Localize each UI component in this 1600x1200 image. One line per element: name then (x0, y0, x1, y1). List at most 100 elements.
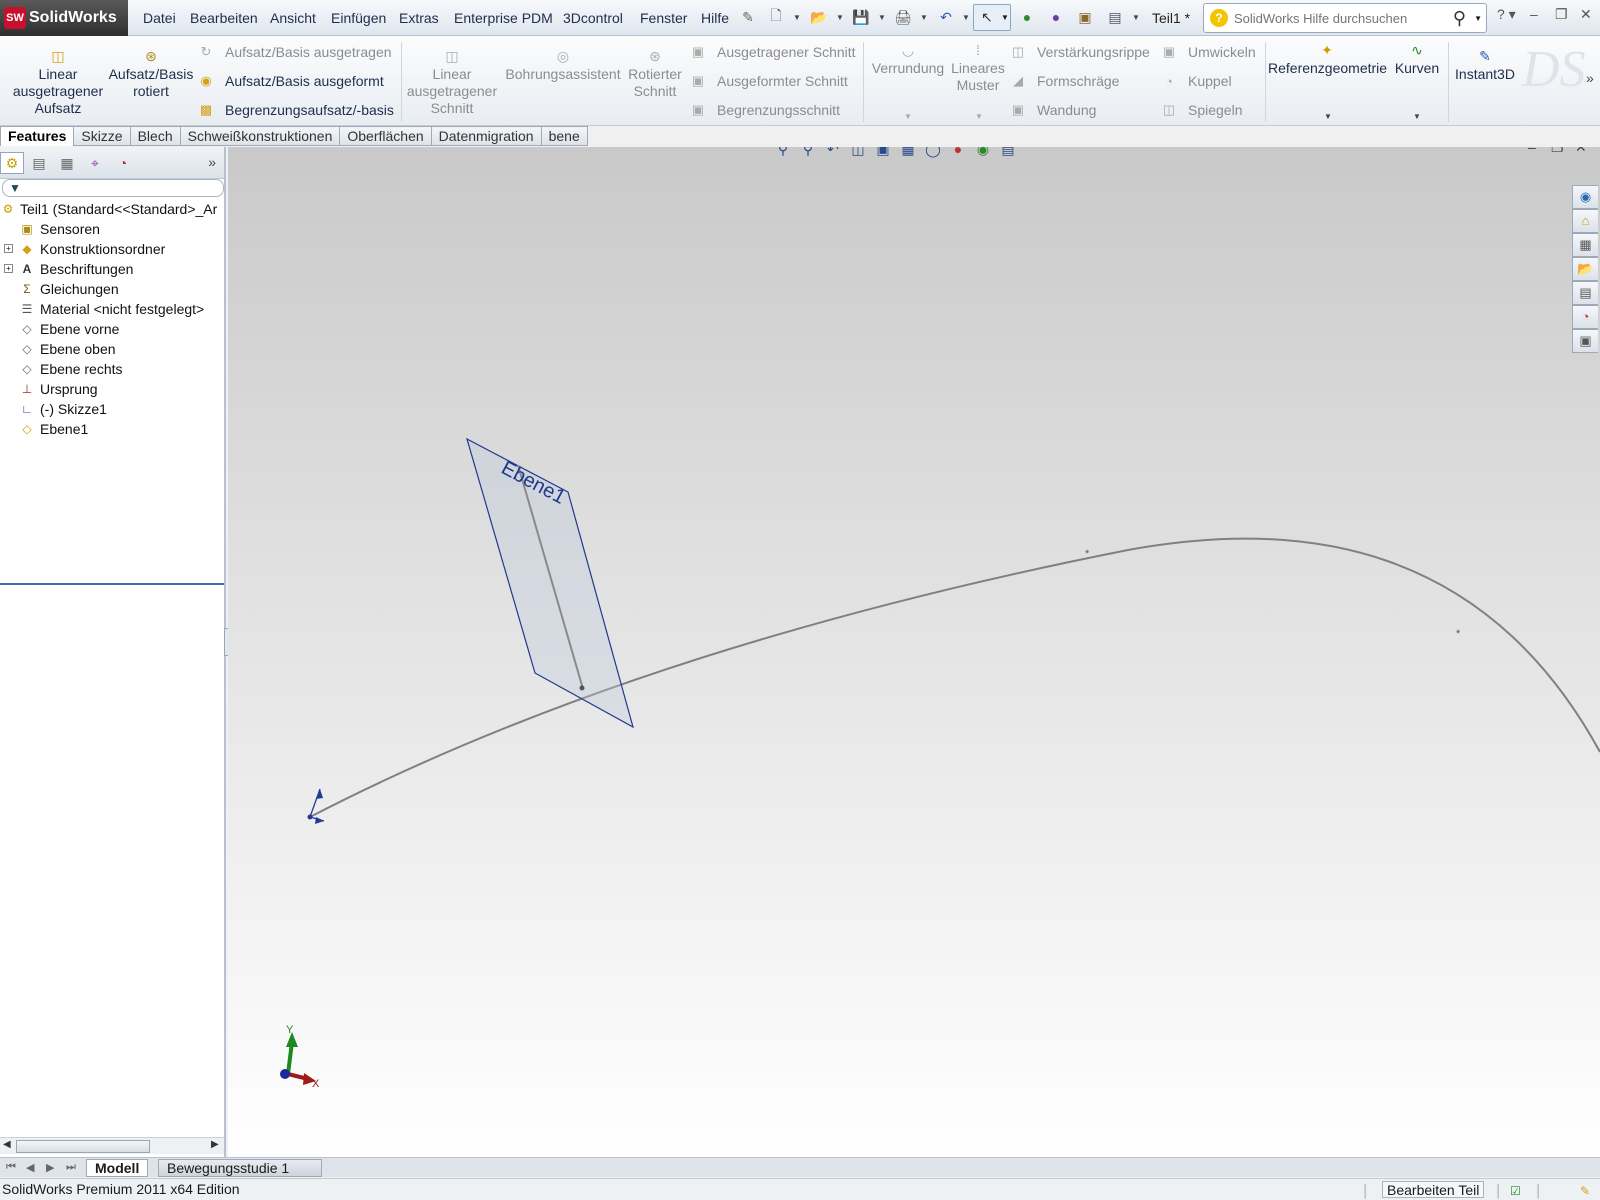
wrap-button[interactable]: ▣ Umwickeln (1160, 44, 1256, 60)
save-icon[interactable]: 💾 (852, 8, 870, 26)
tab-schweisskonstruktionen[interactable]: Schweißkonstruktionen (180, 126, 341, 146)
tree-item-ebene-oben[interactable]: ◇ Ebene oben (0, 339, 224, 359)
undo-icon[interactable]: ↶ (937, 8, 955, 26)
quick-tips-icon[interactable]: ☑ (1510, 1181, 1521, 1200)
menu-enterprise-pdm[interactable]: Enterprise PDM (454, 10, 553, 26)
help-menu-icon[interactable]: ? ▾ (1497, 6, 1516, 23)
open-icon[interactable]: 📂 (810, 8, 828, 26)
previous-tab-icon[interactable]: ◀ (26, 1161, 34, 1174)
rebuild-status-icon[interactable]: ✎ (1580, 1181, 1590, 1200)
pattern-dropdown-icon[interactable]: ▼ (975, 112, 983, 121)
graphics-area[interactable]: ⚲ ⚲ ↶ ◫ ▣ ▦ ◯ ● ◉ ▤ – ❐ ✕ ◉ ⌂ ▦ 📂 ▤ ◔ ▣ … (228, 147, 1600, 1157)
tree-item-material[interactable]: ☰ Material <nicht festgelegt> (0, 299, 224, 319)
draft-button[interactable]: ◢ Formschräge (1009, 73, 1119, 89)
tab-bewegungsstudie-1[interactable]: Bewegungsstudie 1 (158, 1159, 322, 1177)
tab-features[interactable]: Features (0, 126, 75, 146)
tree-horizontal-scrollbar[interactable]: ◀ ▶ (0, 1137, 224, 1154)
fillet-button[interactable]: ◡ Verrundung (866, 42, 950, 77)
hole-wizard-button[interactable]: ◎ Bohrungsassistent (505, 48, 621, 83)
revolve-button[interactable]: ⊛ Aufsatz/Basis rotiert (108, 48, 194, 100)
menu-3dcontrol[interactable]: 3Dcontrol (563, 10, 623, 26)
shell-button[interactable]: ▣ Wandung (1009, 102, 1097, 118)
options-icon[interactable]: ▤ (1106, 8, 1124, 26)
tree-root-part[interactable]: ⚙ Teil1 (Standard<<Standard>_Ar (0, 199, 224, 219)
search-dropdown-icon[interactable]: ▼ (1474, 14, 1482, 23)
extruded-cut-button[interactable]: ◫ Linear ausgetragener Schnitt (402, 48, 502, 117)
tree-item-sensoren[interactable]: ▣ Sensoren (0, 219, 224, 239)
tab-oberflaechen[interactable]: Oberflächen (340, 126, 432, 146)
linear-pattern-button[interactable]: ⁞ Lineares Muster (950, 42, 1006, 94)
help-search-box[interactable]: ? ⚲ ▼ (1203, 3, 1487, 33)
lofted-cut-button[interactable]: ▣ Ausgeformter Schnitt (689, 73, 848, 89)
tab-bene[interactable]: bene (541, 126, 588, 146)
options-dropdown-icon[interactable]: ▼ (1132, 13, 1140, 22)
instant3d-button[interactable]: ✎ Instant3D (1450, 48, 1520, 83)
menu-ansicht[interactable]: Ansicht (270, 10, 316, 26)
swept-cut-button[interactable]: ▣ Ausgetragener Schnitt (689, 44, 856, 60)
feature-tree-tab-icon[interactable]: ⚙ (0, 152, 24, 174)
tree-item-ebene-vorne[interactable]: ◇ Ebene vorne (0, 319, 224, 339)
curves-button[interactable]: ∿ Kurven (1388, 42, 1446, 77)
menu-datei[interactable]: Datei (143, 10, 176, 26)
revolved-cut-button[interactable]: ⊛ Rotierter Schnitt (624, 48, 686, 100)
fillet-dropdown-icon[interactable]: ▼ (904, 112, 912, 121)
property-manager-tab-icon[interactable]: ▤ (27, 152, 51, 174)
plane-intersection-point[interactable] (579, 685, 585, 691)
select-button[interactable]: ↖ ▼ (973, 4, 1011, 31)
tree-item-ebene-rechts[interactable]: ◇ Ebene rechts (0, 359, 224, 379)
reference-geometry-button[interactable]: ✦ Referenzgeometrie (1268, 42, 1387, 77)
search-icon[interactable]: ⚲ (1453, 8, 1466, 29)
ribbon-overflow-icon[interactable]: » (1586, 70, 1594, 86)
sketch-origin-icon[interactable] (307, 788, 325, 824)
close-app-icon[interactable]: ✕ (1580, 6, 1592, 23)
boundary-boss-button[interactable]: ▩ Begrenzungsaufsatz/-basis (197, 102, 394, 118)
scroll-thumb[interactable] (16, 1140, 150, 1153)
menu-bearbeiten[interactable]: Bearbeiten (190, 10, 258, 26)
tree-item-skizze1[interactable]: ∟ (-) Skizze1 (0, 399, 224, 419)
configuration-manager-tab-icon[interactable]: ▦ (55, 152, 79, 174)
next-tab-icon[interactable]: ▶ (46, 1161, 54, 1174)
sweep-button[interactable]: ↻ Aufsatz/Basis ausgetragen (197, 44, 392, 60)
save-dropdown-icon[interactable]: ▼ (878, 13, 886, 22)
pin-icon[interactable]: ✎ (739, 8, 757, 26)
tab-skizze[interactable]: Skizze (74, 126, 131, 146)
rib-button[interactable]: ◫ Verstärkungsrippe (1009, 44, 1150, 60)
tab-modell[interactable]: Modell (86, 1159, 149, 1177)
linear-extrude-button[interactable]: ◫ Linear ausgetragener Aufsatz (8, 48, 108, 117)
print-dropdown-icon[interactable]: ▼ (920, 13, 928, 22)
last-tab-icon[interactable]: ⏭ (66, 1161, 76, 1174)
undo-dropdown-icon[interactable]: ▼ (962, 13, 970, 22)
rollback-bar[interactable] (0, 583, 224, 585)
dome-button[interactable]: ◔ Kuppel (1160, 73, 1232, 89)
rebuild-icon[interactable]: ● (1047, 8, 1065, 26)
search-input[interactable] (1234, 8, 1444, 28)
first-tab-icon[interactable]: ⏮ (6, 1161, 16, 1174)
tree-filter-field[interactable]: ▼ (2, 179, 224, 197)
tab-datenmigration[interactable]: Datenmigration (431, 126, 542, 146)
dimxpert-tab-icon[interactable]: ⌖ (83, 152, 107, 174)
tree-item-konstruktionsordner[interactable]: + ◆ Konstruktionsordner (0, 239, 224, 259)
menu-hilfe[interactable]: Hilfe (701, 10, 729, 26)
curves-dropdown-icon[interactable]: ▼ (1413, 112, 1421, 121)
file-properties-icon[interactable]: ▣ (1076, 8, 1094, 26)
loft-button[interactable]: ◉ Aufsatz/Basis ausgeformt (197, 73, 383, 89)
tree-item-ursprung[interactable]: ⊥ Ursprung (0, 379, 224, 399)
rebuild-traffic-light-icon[interactable]: ● (1018, 8, 1036, 26)
open-dropdown-icon[interactable]: ▼ (836, 13, 844, 22)
new-dropdown-icon[interactable]: ▼ (793, 13, 801, 22)
menu-einfuegen[interactable]: Einfügen (331, 10, 386, 26)
menu-extras[interactable]: Extras (399, 10, 439, 26)
sketch-spline-curve[interactable] (309, 537, 1600, 818)
menu-fenster[interactable]: Fenster (640, 10, 687, 26)
boundary-cut-button[interactable]: ▣ Begrenzungsschnitt (689, 102, 840, 118)
display-manager-tab-icon[interactable]: ◔ (111, 152, 135, 174)
spline-point-marker[interactable]: * (1456, 628, 1461, 640)
scroll-right-icon[interactable]: ▶ (211, 1139, 219, 1150)
spline-point-marker[interactable]: * (1085, 548, 1090, 560)
tree-item-gleichungen[interactable]: Σ Gleichungen (0, 279, 224, 299)
panel-more-icon[interactable]: » (208, 154, 216, 170)
expand-icon[interactable]: + (4, 244, 13, 253)
tab-blech[interactable]: Blech (130, 126, 181, 146)
print-icon[interactable]: 🖨 (894, 8, 912, 26)
solidworks-logo[interactable]: SW SolidWorks (0, 0, 128, 36)
